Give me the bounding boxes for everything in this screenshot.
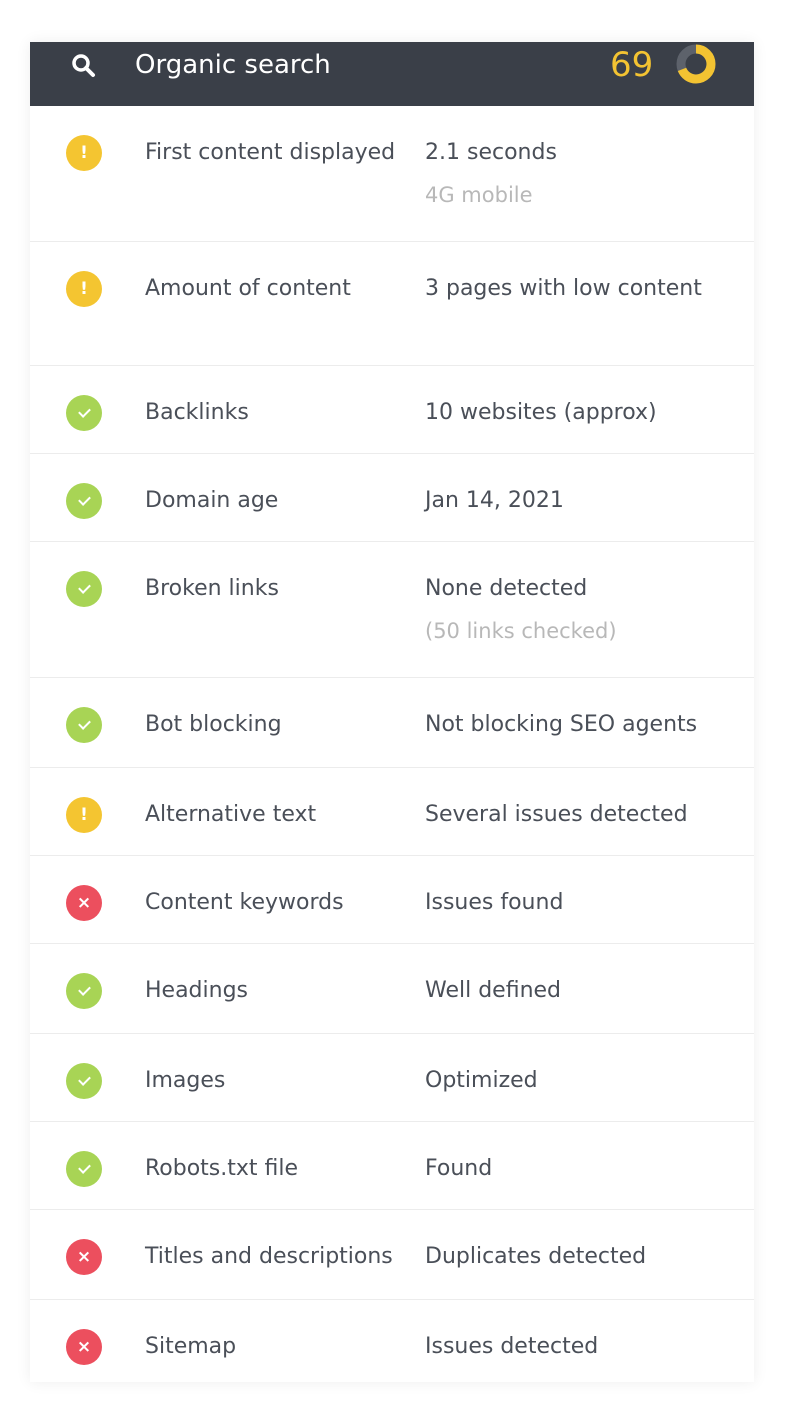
warning-icon: !: [66, 271, 102, 307]
check-row: Bot blocking Not blocking SEO agents: [30, 678, 754, 768]
check-value: 3 pages with low content: [425, 276, 702, 301]
check-icon: [66, 395, 102, 431]
check-subvalue: 4G mobile: [425, 183, 533, 207]
check-value: Several issues detected: [425, 802, 688, 827]
check-label: Robots.txt file: [145, 1156, 299, 1181]
check-label: Backlinks: [145, 400, 249, 425]
check-icon: [66, 973, 102, 1009]
check-row: Domain age Jan 14, 2021: [30, 454, 754, 542]
check-value: Issues detected: [425, 1334, 599, 1359]
check-value: 2.1 seconds: [425, 140, 557, 165]
check-value: Optimized: [425, 1068, 538, 1093]
check-row: ! Amount of content 3 pages with low conte…: [30, 242, 754, 366]
check-label: Content keywords: [145, 890, 344, 915]
error-icon: ×: [66, 1329, 102, 1365]
check-icon: [66, 1151, 102, 1187]
check-value: None detected: [425, 576, 588, 601]
panel-title: Organic search: [135, 50, 331, 80]
check-label: Broken links: [145, 576, 279, 601]
warning-icon: !: [66, 135, 102, 171]
check-label: Amount of content: [145, 276, 351, 301]
check-value: Well defined: [425, 978, 562, 1003]
check-label: Alternative text: [145, 802, 317, 827]
check-icon: [66, 1063, 102, 1099]
check-value: Issues found: [425, 890, 564, 915]
check-row: × Titles and descriptions Duplicates detec…: [30, 1210, 754, 1300]
error-icon: ×: [66, 885, 102, 921]
check-icon: [66, 707, 102, 743]
check-label: Titles and descriptions: [145, 1244, 393, 1269]
check-label: Bot blocking: [145, 712, 282, 737]
check-row: ! Alternative text Several issues detected: [30, 768, 754, 856]
panel-header: Organic search 69: [30, 42, 754, 106]
check-label: Domain age: [145, 488, 279, 513]
check-row: Images Optimized: [30, 1034, 754, 1122]
check-row: Headings Well defined: [30, 944, 754, 1034]
check-label: First content displayed: [145, 140, 396, 165]
check-row: Broken links None detected (50 links check…: [30, 542, 754, 678]
check-subvalue: (50 links checked): [425, 619, 617, 643]
check-row: × Sitemap Issues detected: [30, 1300, 754, 1382]
checks-list: ! First content displayed 2.1 seconds 4G mo…: [30, 106, 754, 1382]
check-row: × Content keywords Issues found: [30, 856, 754, 944]
score-value: 69: [610, 45, 654, 85]
check-label: Images: [145, 1068, 226, 1093]
error-icon: ×: [66, 1239, 102, 1275]
check-row: Backlinks 10 websites (approx): [30, 366, 754, 454]
warning-icon: !: [66, 797, 102, 833]
check-value: Found: [425, 1156, 493, 1181]
organic-search-panel: Organic search 69 ! First content display…: [30, 42, 754, 1382]
check-row: Robots.txt file Found: [30, 1122, 754, 1210]
check-value: 10 websites (approx): [425, 400, 657, 425]
search-icon[interactable]: [70, 52, 98, 80]
check-value: Jan 14, 2021: [425, 488, 564, 513]
check-icon: [66, 483, 102, 519]
check-value: Not blocking SEO agents: [425, 712, 698, 737]
score-ring-icon: [676, 44, 716, 84]
check-value: Duplicates detected: [425, 1244, 647, 1269]
check-label: Sitemap: [145, 1334, 237, 1359]
check-icon: [66, 571, 102, 607]
check-row: ! First content displayed 2.1 seconds 4G mo…: [30, 106, 754, 242]
check-label: Headings: [145, 978, 249, 1003]
